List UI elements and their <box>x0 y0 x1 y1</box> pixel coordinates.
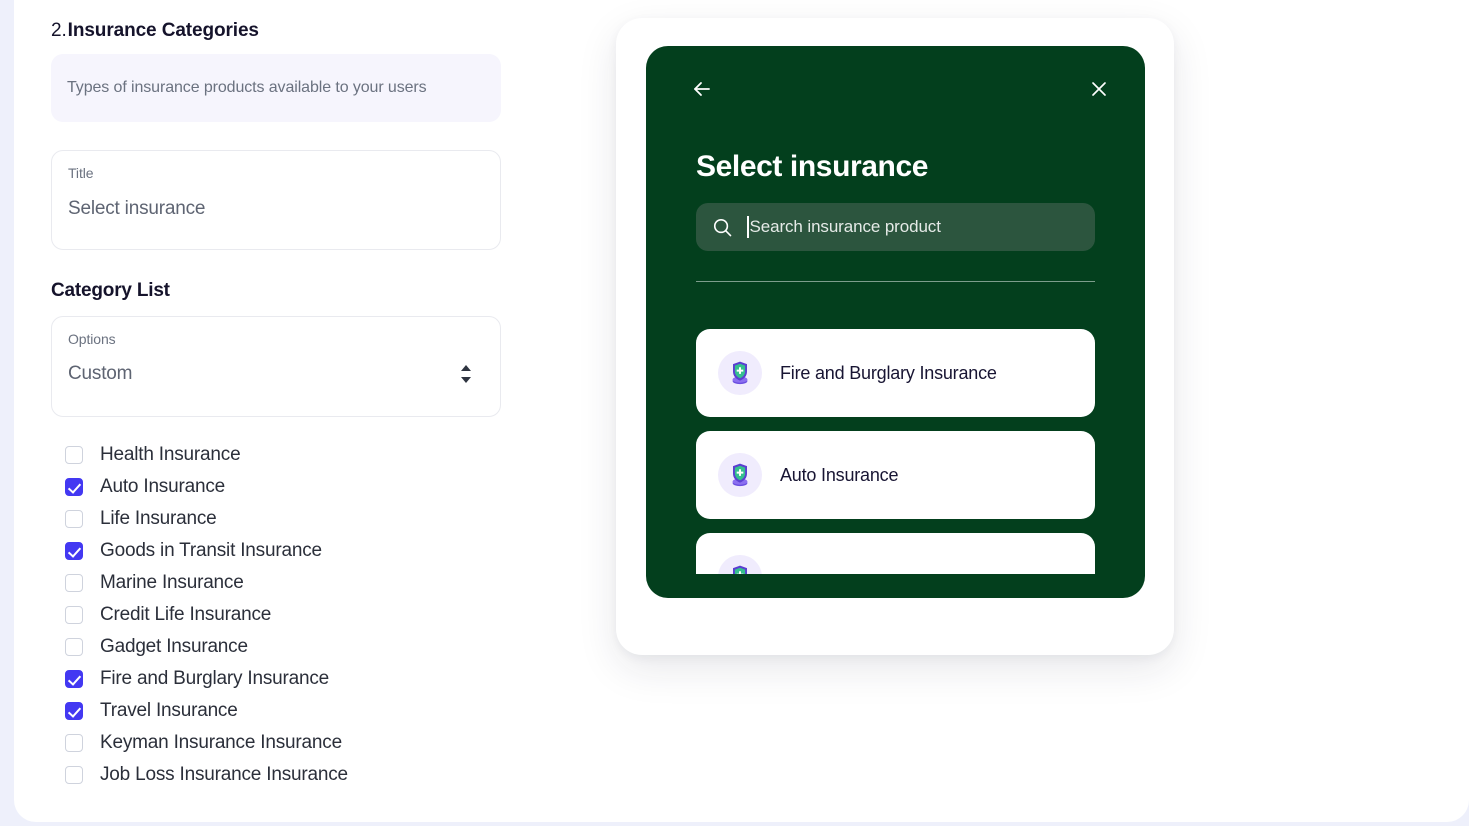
category-checkbox-label: Life Insurance <box>100 508 217 529</box>
title-field[interactable]: Title Select insurance <box>51 150 501 250</box>
category-checkbox-row[interactable]: Gadget Insurance <box>51 631 541 663</box>
search-insurance-field[interactable]: Search insurance product <box>696 203 1095 251</box>
section-description: Types of insurance products available to… <box>67 79 427 96</box>
category-checkbox-label: Travel Insurance <box>100 700 238 721</box>
category-checkbox-label: Health Insurance <box>100 444 241 465</box>
category-checkbox-label: Auto Insurance <box>100 476 226 497</box>
title-field-label: Title <box>68 165 94 181</box>
category-checkbox-label: Job Loss Insurance Insurance <box>100 764 348 785</box>
shield-insurance-icon <box>732 463 748 487</box>
category-checkbox-row[interactable]: Credit Life Insurance <box>51 599 541 631</box>
insurance-result-card[interactable] <box>696 533 1095 574</box>
options-select[interactable]: Options Custom <box>51 316 501 417</box>
search-icon <box>713 218 732 236</box>
insurance-result-card[interactable]: Auto Insurance <box>696 431 1095 519</box>
close-icon <box>1092 82 1106 96</box>
shield-insurance-icon <box>733 565 747 574</box>
category-list-heading: Category List <box>51 280 170 301</box>
search-input[interactable]: Search insurance product <box>750 217 941 237</box>
text-caret <box>747 216 749 238</box>
category-checkbox-label: Fire and Burglary Insurance <box>100 668 330 689</box>
category-checkbox[interactable] <box>65 510 83 528</box>
category-checkbox[interactable] <box>65 606 83 624</box>
section-number: 2. <box>51 20 67 41</box>
category-checkbox-row[interactable]: Auto Insurance <box>51 471 541 503</box>
chevron-updown-icon[interactable] <box>461 365 472 383</box>
category-checkbox-label: Credit Life Insurance <box>100 604 272 625</box>
insurance-result-card[interactable]: Fire and Burglary Insurance <box>696 329 1095 417</box>
category-checkbox[interactable] <box>65 670 83 688</box>
insurance-results-list[interactable]: Fire and Burglary Insurance Auto Insuranc… <box>696 329 1095 574</box>
insurance-categories-form: 2. Insurance Categories Types of insuran… <box>51 0 541 791</box>
section-heading: 2. Insurance Categories <box>51 0 541 42</box>
category-checkbox-label: Goods in Transit Insurance <box>100 540 322 561</box>
page-title: Insurance Categories <box>67 20 259 41</box>
shield-insurance-icon <box>732 361 748 385</box>
options-select-label: Options <box>68 331 116 347</box>
phone-topbar <box>646 46 1145 132</box>
category-checkbox-row[interactable]: Marine Insurance <box>51 567 541 599</box>
category-checkbox-row[interactable]: Life Insurance <box>51 503 541 535</box>
category-checkbox-row[interactable]: Keyman Insurance Insurance <box>51 727 541 759</box>
phone-preview: Select insurance Search insurance produc… <box>646 46 1145 598</box>
insurance-result-label: Auto Insurance <box>780 464 899 485</box>
result-icon-circle <box>718 555 762 574</box>
category-checkbox-row[interactable]: Goods in Transit Insurance <box>51 535 541 567</box>
insurance-result-label: Fire and Burglary Insurance <box>780 362 997 383</box>
title-input[interactable]: Select insurance <box>68 198 484 220</box>
result-icon-circle <box>718 351 762 395</box>
category-checkbox[interactable] <box>65 638 83 656</box>
category-checkbox-label: Gadget Insurance <box>100 636 248 657</box>
category-checkbox-list: Health Insurance Auto Insurance Life Insur… <box>51 439 541 791</box>
category-checkbox-row[interactable]: Job Loss Insurance Insurance <box>51 759 541 791</box>
category-checkbox[interactable] <box>65 446 83 464</box>
category-checkbox-row[interactable]: Travel Insurance <box>51 695 541 727</box>
preview-title: Select insurance <box>696 150 929 183</box>
back-button[interactable] <box>690 77 714 101</box>
page-root: 2. Insurance Categories Types of insuran… <box>0 0 1469 826</box>
category-checkbox[interactable] <box>65 702 83 720</box>
result-icon-circle <box>718 453 762 497</box>
category-checkbox[interactable] <box>65 574 83 592</box>
category-checkbox[interactable] <box>65 478 83 496</box>
category-checkbox[interactable] <box>65 734 83 752</box>
content-panel: 2. Insurance Categories Types of insuran… <box>14 0 1469 822</box>
close-button[interactable] <box>1089 79 1109 99</box>
category-checkbox-row[interactable]: Health Insurance <box>51 439 541 471</box>
category-checkbox[interactable] <box>65 542 83 560</box>
section-description-box: Types of insurance products available to… <box>51 54 501 122</box>
category-checkbox-label: Marine Insurance <box>100 572 244 593</box>
category-checkbox-row[interactable]: Fire and Burglary Insurance <box>51 663 541 695</box>
preview-card: Select insurance Search insurance produc… <box>616 18 1174 655</box>
options-select-value[interactable]: Custom <box>68 363 132 385</box>
category-checkbox-label: Keyman Insurance Insurance <box>100 732 342 753</box>
divider <box>696 281 1095 282</box>
arrow-left-icon <box>694 82 710 96</box>
category-checkbox[interactable] <box>65 766 83 784</box>
